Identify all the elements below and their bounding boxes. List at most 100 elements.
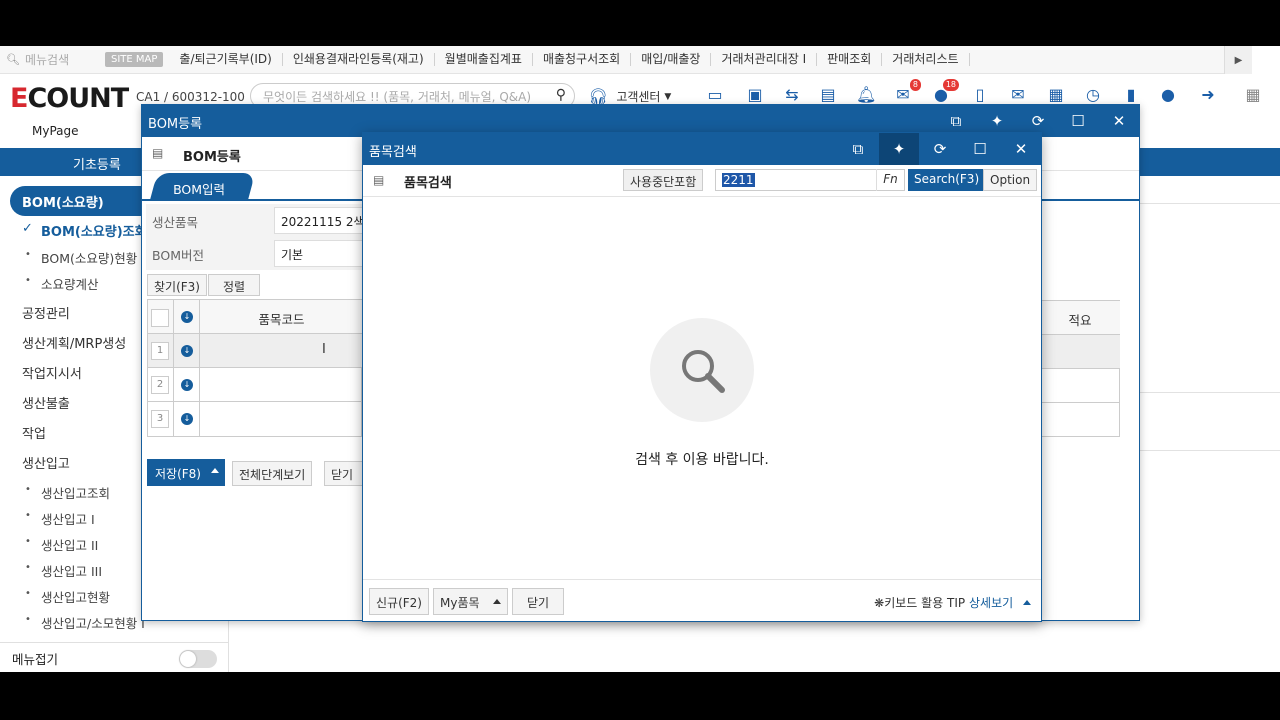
close-icon[interactable]: ✕	[1109, 112, 1129, 130]
row-icon-cell: ↓	[174, 334, 200, 368]
search-button[interactable]: Search(F3)	[908, 169, 986, 191]
select-all-checkbox[interactable]	[151, 309, 169, 327]
quick-link[interactable]: 인쇄용결재라인등록(재고)	[283, 53, 435, 66]
caret-up-icon[interactable]	[493, 599, 501, 604]
app-screen: 🔍︎ 메뉴검색 SITE MAP 출/퇴근기록부(ID) 인쇄용결재라인등록(재…	[0, 46, 1280, 672]
maximize-icon[interactable]: ☐	[1068, 112, 1088, 130]
clock-icon[interactable]: ◷	[1083, 85, 1103, 105]
chat-badge: 18	[942, 79, 959, 91]
remark-cell[interactable]	[1040, 335, 1120, 369]
arrow-down-circle-icon[interactable]: ↓	[181, 311, 193, 323]
quick-link[interactable]: 거래처관리대장 I	[711, 53, 818, 66]
menu-fold-toggle[interactable]	[179, 650, 217, 668]
envelope-icon[interactable]: ✉	[1008, 85, 1028, 105]
production-item-field[interactable]: 20221115 2색	[274, 207, 374, 234]
item-code-cell[interactable]	[200, 368, 363, 402]
sidebar-item[interactable]: 작업지시서	[22, 363, 82, 382]
column-header-item-code[interactable]: 품목코드	[200, 300, 363, 334]
sidebar-subitem[interactable]: BOM(소요량)현황	[25, 248, 137, 267]
quick-link[interactable]: 월별매출집계표	[435, 53, 533, 66]
refresh-icon[interactable]: ⟳	[1028, 112, 1048, 130]
logout-icon[interactable]: ➜	[1198, 85, 1218, 105]
sidebar-subitem[interactable]: 생산입고 III	[25, 561, 102, 580]
sidebar-subitem[interactable]: 생산입고/소모현황 I	[25, 613, 145, 632]
user-icon[interactable]: ●	[1158, 85, 1178, 105]
new-item-button[interactable]: 신규(F2)	[369, 588, 429, 615]
quick-link[interactable]: 매출청구서조회	[533, 53, 632, 66]
mobile-icon[interactable]: ▯	[970, 85, 990, 105]
mail-icon[interactable]: ✉ 8	[893, 79, 921, 105]
quick-link[interactable]: 출/퇴근기록부(ID)	[169, 53, 283, 66]
save-button[interactable]: 저장(F8)	[147, 459, 225, 486]
view-all-steps-button[interactable]: 전체단계보기	[232, 461, 313, 486]
item-close-button[interactable]: 닫기	[512, 588, 564, 615]
row-icon-cell: ↓	[174, 368, 200, 402]
search-icon[interactable]: ⚲	[556, 87, 566, 103]
quick-link[interactable]: 매입/매출장	[631, 53, 712, 66]
sidebar-item[interactable]: 생산불출	[22, 393, 70, 412]
arrow-down-circle-icon[interactable]: ↓	[181, 379, 193, 391]
bom-version-row: BOM버전 기본	[146, 237, 374, 270]
bom-close-button[interactable]: 닫기	[324, 461, 364, 486]
bom-grid: ↓ 품목코드 1 ↓ I 2 ↓ 3 ↓	[147, 299, 363, 437]
view-detail-link[interactable]: 상세보기	[969, 596, 1013, 610]
menu-search-input[interactable]: 🔍︎ 메뉴검색	[0, 51, 105, 68]
column-header-remark[interactable]: 적요	[1040, 301, 1120, 335]
sidebar-subitem[interactable]: 소요량계산	[25, 274, 98, 293]
bell-icon[interactable]: 🔔︎	[856, 85, 876, 105]
my-items-button[interactable]: My품목	[433, 588, 508, 615]
sidebar-subitem[interactable]: 생산입고 I	[25, 509, 95, 528]
transfer-icon[interactable]: ⇆	[782, 85, 802, 105]
option-button[interactable]: Option	[983, 169, 1038, 191]
quick-link[interactable]: 거래처리스트	[882, 53, 970, 66]
pin-icon[interactable]: ✦	[987, 112, 1007, 130]
app-grid-icon[interactable]: ▦	[1243, 85, 1263, 105]
find-button[interactable]: 찾기(F3)	[147, 274, 207, 296]
arrow-down-circle-icon[interactable]: ↓	[181, 345, 193, 357]
window-titlebar[interactable]: 품목검색 ⧉ ✦ ⟳ ☐ ✕	[363, 133, 1041, 165]
mypage-link[interactable]: MyPage	[32, 124, 79, 138]
sidebar-item[interactable]: 생산입고	[22, 453, 70, 472]
nav-basic-registration[interactable]: 기초등록	[73, 154, 121, 173]
sidebar-item[interactable]: 공정관리	[22, 303, 70, 322]
table-icon[interactable]: ▤	[818, 85, 838, 105]
popout-icon[interactable]: ⧉	[848, 140, 868, 158]
fn-button[interactable]: Fn	[876, 169, 904, 191]
popout-icon[interactable]: ⧉	[946, 112, 966, 130]
pin-icon[interactable]: ✦	[889, 140, 909, 158]
caret-up-icon[interactable]	[211, 468, 219, 473]
item-code-cell[interactable]	[200, 402, 363, 436]
close-icon[interactable]: ✕	[1011, 140, 1031, 158]
id-card-icon[interactable]: ▦	[1046, 85, 1066, 105]
sidebar-item[interactable]: 생산계획/MRP생성	[22, 333, 126, 352]
remark-cell[interactable]	[1040, 369, 1120, 403]
sidebar-item-bom-view[interactable]: BOM(소요량)조회	[41, 221, 147, 240]
bom-version-field[interactable]: 기본	[274, 240, 374, 267]
caret-up-icon[interactable]	[1023, 600, 1031, 605]
row-number-cell: 1	[148, 334, 174, 368]
chevron-right-icon[interactable]: ▶	[1224, 46, 1252, 74]
sidebar-subitem[interactable]: 생산입고 II	[25, 535, 98, 554]
sidebar-subitem[interactable]: 생산입고현황	[25, 587, 110, 606]
row-number-cell: 3	[148, 402, 174, 436]
divider	[1140, 450, 1280, 451]
search-icon: 🔍︎	[6, 53, 20, 66]
sidebar-item[interactable]: 작업	[22, 423, 46, 442]
bookmark-icon[interactable]: ▮	[1121, 85, 1141, 105]
refresh-icon[interactable]: ⟳	[930, 140, 950, 158]
sort-button[interactable]: 정렬	[208, 274, 260, 296]
arrow-down-circle-icon[interactable]: ↓	[181, 413, 193, 425]
document-icon: ▤	[373, 173, 385, 187]
sitemap-button[interactable]: SITE MAP	[105, 52, 164, 67]
include-stopped-button[interactable]: 사용중단포함	[623, 169, 704, 191]
monitor-icon[interactable]: ▭	[705, 85, 725, 105]
row-number: 1	[151, 342, 169, 360]
add-document-icon[interactable]: ▣	[745, 85, 765, 105]
sidebar-subitem[interactable]: 생산입고조회	[25, 483, 110, 502]
maximize-icon[interactable]: ☐	[970, 140, 990, 158]
tab-bom-input[interactable]: BOM입력	[150, 173, 256, 200]
item-code-cell[interactable]: I	[200, 334, 363, 368]
ecount-logo[interactable]: ECOUNT	[10, 83, 129, 114]
chat-icon[interactable]: ● 18	[931, 79, 959, 105]
quick-link[interactable]: 판매조회	[817, 53, 883, 66]
